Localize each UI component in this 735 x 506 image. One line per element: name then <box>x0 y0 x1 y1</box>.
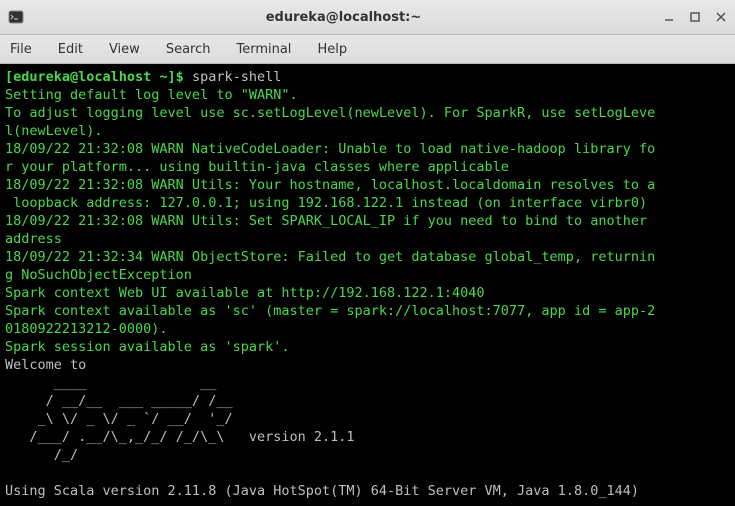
menu-search[interactable]: Search <box>162 40 215 59</box>
window-title: edureka@localhost:~ <box>26 10 661 25</box>
titlebar: edureka@localhost:~ <box>0 0 735 35</box>
minimize-button[interactable] <box>661 9 677 25</box>
output-line: Spark context available as 'sc' (master … <box>5 303 655 319</box>
menu-edit[interactable]: Edit <box>54 40 87 59</box>
output-line: Spark context Web UI available at http:/… <box>5 285 485 301</box>
scala-version-line: Using Scala version 2.11.8 (Java HotSpot… <box>5 483 639 499</box>
output-line: l(newLevel). <box>5 123 103 139</box>
spark-ascii-art-line: ____ __ <box>5 375 216 391</box>
output-line: 0180922213212-0000). <box>5 321 168 337</box>
spark-ascii-art-line: /___/ .__/\_,_/_/ /_/\_\ version 2.1.1 <box>5 429 355 445</box>
close-button[interactable] <box>713 9 729 25</box>
output-line: 18/09/22 21:32:08 WARN NativeCodeLoader:… <box>5 141 655 157</box>
prompt: [edureka@localhost ~]$ <box>5 69 192 85</box>
output-line: 18/09/22 21:32:34 WARN ObjectStore: Fail… <box>5 249 655 265</box>
command: spark-shell <box>192 69 281 85</box>
menubar: File Edit View Search Terminal Help <box>0 35 735 64</box>
output-line: 18/09/22 21:32:08 WARN Utils: Set SPARK_… <box>5 213 655 229</box>
output-line: address <box>5 231 62 247</box>
maximize-button[interactable] <box>687 9 703 25</box>
output-line: loopback address: 127.0.0.1; using 192.1… <box>5 195 647 211</box>
output-line: g NoSuchObjectException <box>5 267 192 283</box>
output-line: 18/09/22 21:32:08 WARN Utils: Your hostn… <box>5 177 655 193</box>
terminal-output[interactable]: [edureka@localhost ~]$ spark-shell Setti… <box>0 64 735 506</box>
spark-ascii-art-line: / __/__ ___ _____/ /__ <box>5 393 233 409</box>
menu-file[interactable]: File <box>6 40 36 59</box>
menu-help[interactable]: Help <box>313 40 351 59</box>
window-controls <box>661 9 729 25</box>
spark-ascii-art-line: _\ \/ _ \/ _ `/ __/ '_/ <box>5 411 233 427</box>
menu-terminal[interactable]: Terminal <box>232 40 295 59</box>
output-line: To adjust logging level use sc.setLogLev… <box>5 105 655 121</box>
terminal-app-icon <box>6 7 26 27</box>
spark-ascii-art-line: /_/ <box>5 447 78 463</box>
output-line: r your platform... using builtin-java cl… <box>5 159 509 175</box>
menu-view[interactable]: View <box>105 40 144 59</box>
welcome-line: Welcome to <box>5 357 86 373</box>
output-line: Spark session available as 'spark'. <box>5 339 289 355</box>
output-line: Setting default log level to "WARN". <box>5 87 298 103</box>
